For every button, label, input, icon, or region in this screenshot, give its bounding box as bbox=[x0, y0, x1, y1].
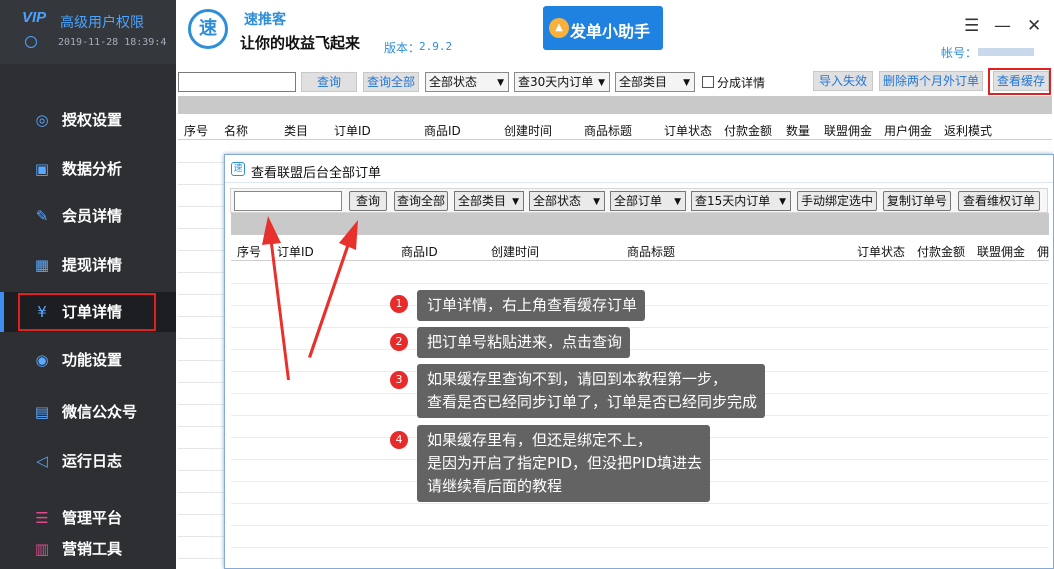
annotation-arrows bbox=[262, 216, 358, 380]
arrow-to-input bbox=[262, 216, 290, 380]
arrow-to-search-button bbox=[308, 220, 358, 358]
